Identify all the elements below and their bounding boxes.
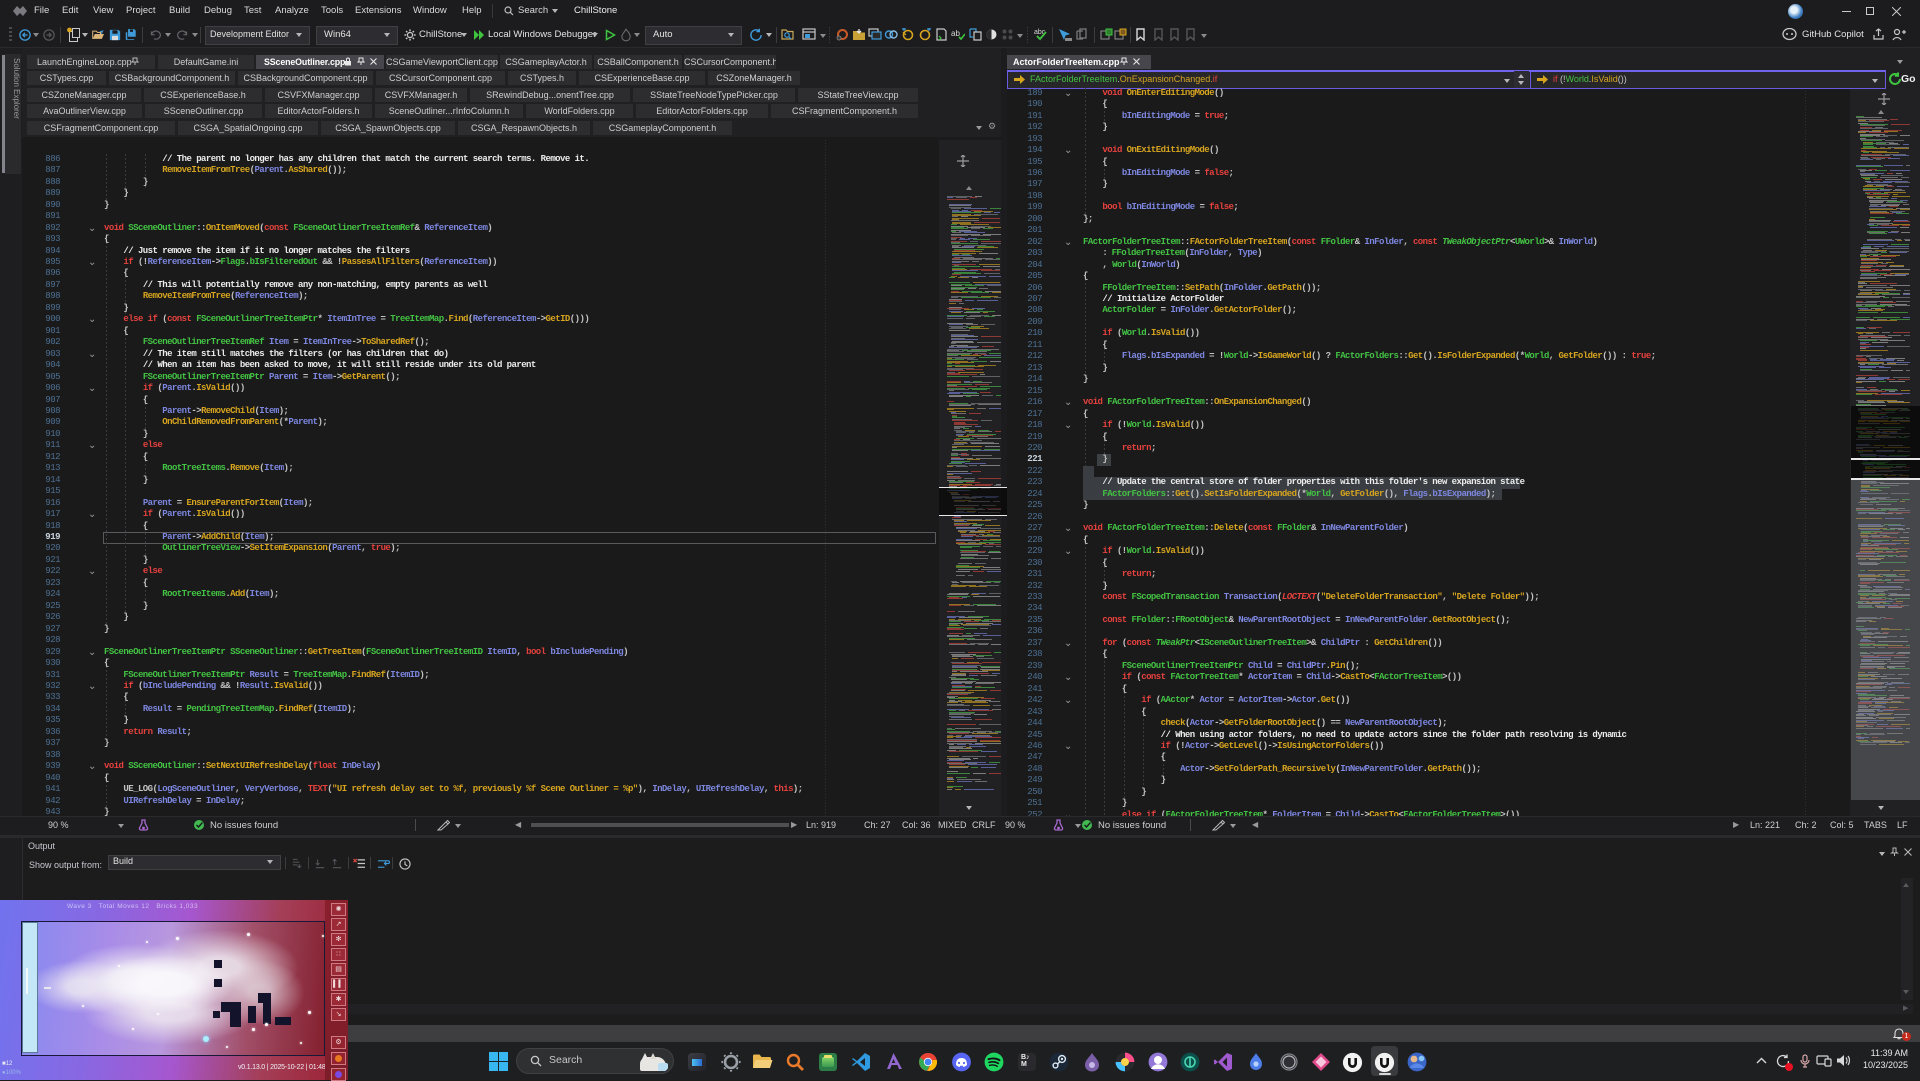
svg-text:ab: ab [951, 29, 960, 38]
